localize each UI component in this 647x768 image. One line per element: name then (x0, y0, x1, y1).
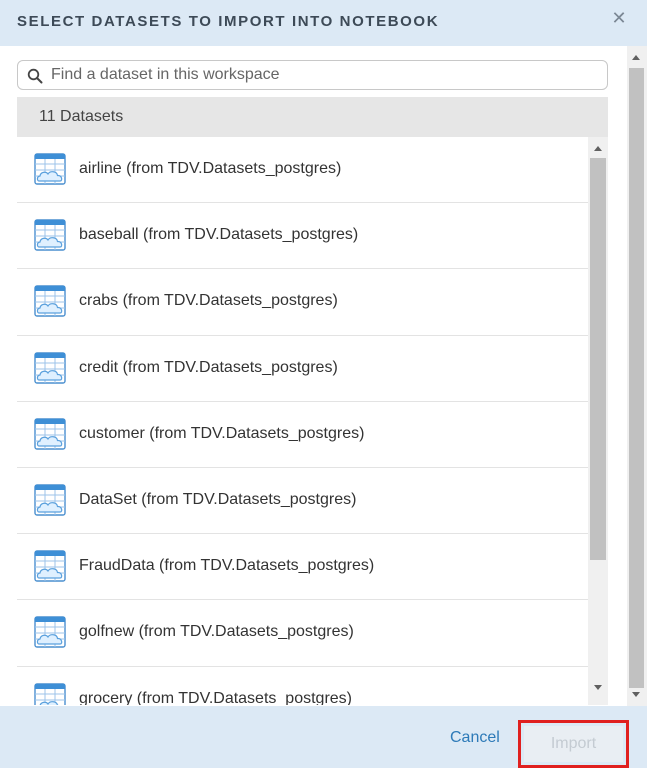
dialog-header: SELECT DATASETS TO IMPORT INTO NOTEBOOK … (0, 0, 647, 46)
scroll-up-arrow-icon[interactable] (632, 55, 640, 60)
dataset-name: credit (from TDV.Datasets_postgres) (79, 358, 338, 376)
list-scroll-up-arrow-icon[interactable] (594, 146, 602, 151)
dialog-footer: Cancel Import (0, 706, 647, 768)
close-icon[interactable]: ✕ (611, 9, 627, 27)
dataset-list-item[interactable]: DataSet (from TDV.Datasets_postgres) (17, 468, 588, 535)
dataset-cloud-icon (34, 418, 66, 450)
import-highlight: Import (518, 720, 629, 768)
dataset-count: 11 Datasets (39, 108, 124, 125)
dataset-list: airline (from TDV.Datasets_postgres) bas… (17, 137, 608, 705)
dataset-cloud-icon (34, 153, 66, 185)
search-input[interactable] (51, 64, 591, 86)
dataset-cloud-icon (34, 351, 66, 384)
dataset-list-item[interactable]: golfnew (from TDV.Datasets_postgres) (17, 600, 588, 667)
dataset-name: FraudData (from TDV.Datasets_postgres) (79, 557, 375, 575)
dataset-name: customer (from TDV.Datasets_postgres) (79, 424, 365, 442)
dataset-name: airline (from TDV.Datasets_postgres) (79, 160, 342, 177)
dataset-rows: airline (from TDV.Datasets_postgres) bas… (17, 137, 588, 705)
dataset-name: baseball (from TDV.Datasets_postgres) (79, 226, 359, 244)
dataset-list-item[interactable]: airline (from TDV.Datasets_postgres) (17, 137, 588, 204)
list-scrollbar[interactable] (588, 137, 608, 705)
search-box[interactable] (17, 60, 608, 90)
dataset-cloud-icon (34, 682, 66, 705)
scrollbar-thumb[interactable] (629, 68, 644, 688)
search-icon (27, 68, 43, 84)
dataset-name: grocery (from TDV.Datasets_postgres) (79, 689, 352, 706)
dataset-list-item[interactable]: crabs (from TDV.Datasets_postgres) (17, 269, 588, 336)
dataset-list-item[interactable]: grocery (from TDV.Datasets_postgres) (17, 667, 588, 706)
dataset-name: golfnew (from TDV.Datasets_postgres) (79, 623, 354, 641)
dialog-title: SELECT DATASETS TO IMPORT INTO NOTEBOOK (17, 13, 440, 30)
dataset-name: crabs (from TDV.Datasets_postgres) (79, 292, 338, 310)
cancel-button[interactable]: Cancel (450, 729, 500, 747)
dataset-cloud-icon (34, 550, 66, 582)
dataset-cloud-icon (34, 219, 66, 251)
list-scroll-down-arrow-icon[interactable] (594, 685, 602, 690)
import-button[interactable]: Import (524, 726, 623, 762)
dataset-name: DataSet (from TDV.Datasets_postgres) (79, 490, 357, 508)
dataset-count-bar: 11 Datasets (17, 97, 608, 137)
dataset-cloud-icon (34, 484, 66, 516)
list-scrollbar-thumb[interactable] (590, 158, 606, 560)
dataset-cloud-icon (34, 616, 66, 649)
dataset-list-item[interactable]: FraudData (from TDV.Datasets_postgres) (17, 534, 588, 601)
dataset-cloud-icon (34, 285, 66, 318)
dialog-scrollbar[interactable] (627, 46, 647, 706)
scroll-down-arrow-icon[interactable] (632, 692, 640, 697)
dataset-list-item[interactable]: customer (from TDV.Datasets_postgres) (17, 402, 588, 468)
dataset-list-item[interactable]: credit (from TDV.Datasets_postgres) (17, 336, 588, 402)
dataset-list-item[interactable]: baseball (from TDV.Datasets_postgres) (17, 203, 588, 270)
